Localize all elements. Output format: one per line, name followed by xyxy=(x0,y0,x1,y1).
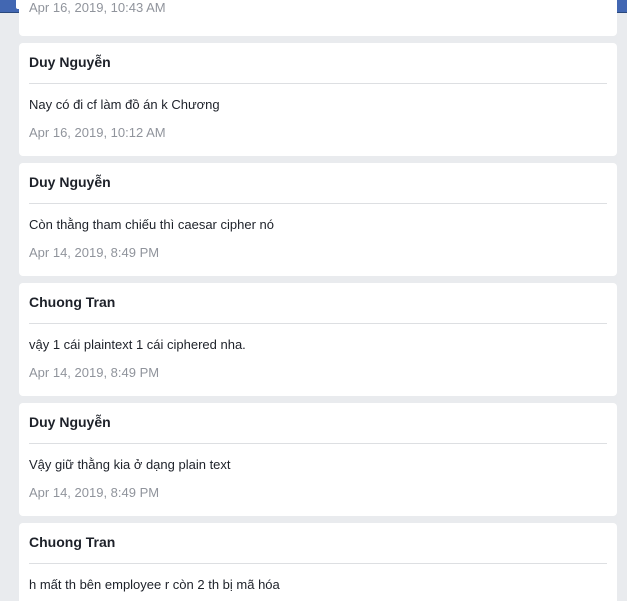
message-text: vậy 1 cái plaintext 1 cái ciphered nha. xyxy=(29,337,246,352)
card-divider xyxy=(29,563,607,564)
message-text: Nay có đi cf làm đồ án k Chương xyxy=(29,97,220,112)
message-timestamp: Apr 16, 2019, 10:12 AM xyxy=(29,125,166,140)
message-card: Duy Nguyễn Vậy giữ thằng kia ở dạng plai… xyxy=(19,403,617,516)
message-card: Duy Nguyễn Nay có đi cf làm đồ án k Chươ… xyxy=(19,43,617,156)
message-author[interactable]: Duy Nguyễn xyxy=(29,414,111,430)
message-author[interactable]: Duy Nguyễn xyxy=(29,54,111,70)
card-divider xyxy=(29,203,607,204)
message-timestamp: Apr 14, 2019, 8:49 PM xyxy=(29,365,160,380)
card-divider xyxy=(29,83,607,84)
message-card: Apr 16, 2019, 10:43 AM xyxy=(19,0,617,36)
message-author[interactable]: Chuong Tran xyxy=(29,294,115,310)
message-author[interactable]: Duy Nguyễn xyxy=(29,174,111,190)
message-card: Chuong Tran vậy 1 cái plaintext 1 cái ci… xyxy=(19,283,617,396)
message-timestamp: Apr 16, 2019, 10:43 AM xyxy=(29,0,166,15)
message-card: Chuong Tran h mất th bên employee r còn … xyxy=(19,523,617,601)
message-text: Vậy giữ thằng kia ở dạng plain text xyxy=(29,457,231,472)
card-divider xyxy=(29,323,607,324)
message-text: Còn thằng tham chiếu thì caesar cipher n… xyxy=(29,217,274,232)
message-card: Duy Nguyễn Còn thằng tham chiếu thì caes… xyxy=(19,163,617,276)
message-timestamp: Apr 14, 2019, 8:49 PM xyxy=(29,485,160,500)
message-timestamp: Apr 14, 2019, 8:49 PM xyxy=(29,245,160,260)
message-author[interactable]: Chuong Tran xyxy=(29,534,115,550)
message-text: h mất th bên employee r còn 2 th bị mã h… xyxy=(29,577,280,592)
card-divider xyxy=(29,443,607,444)
